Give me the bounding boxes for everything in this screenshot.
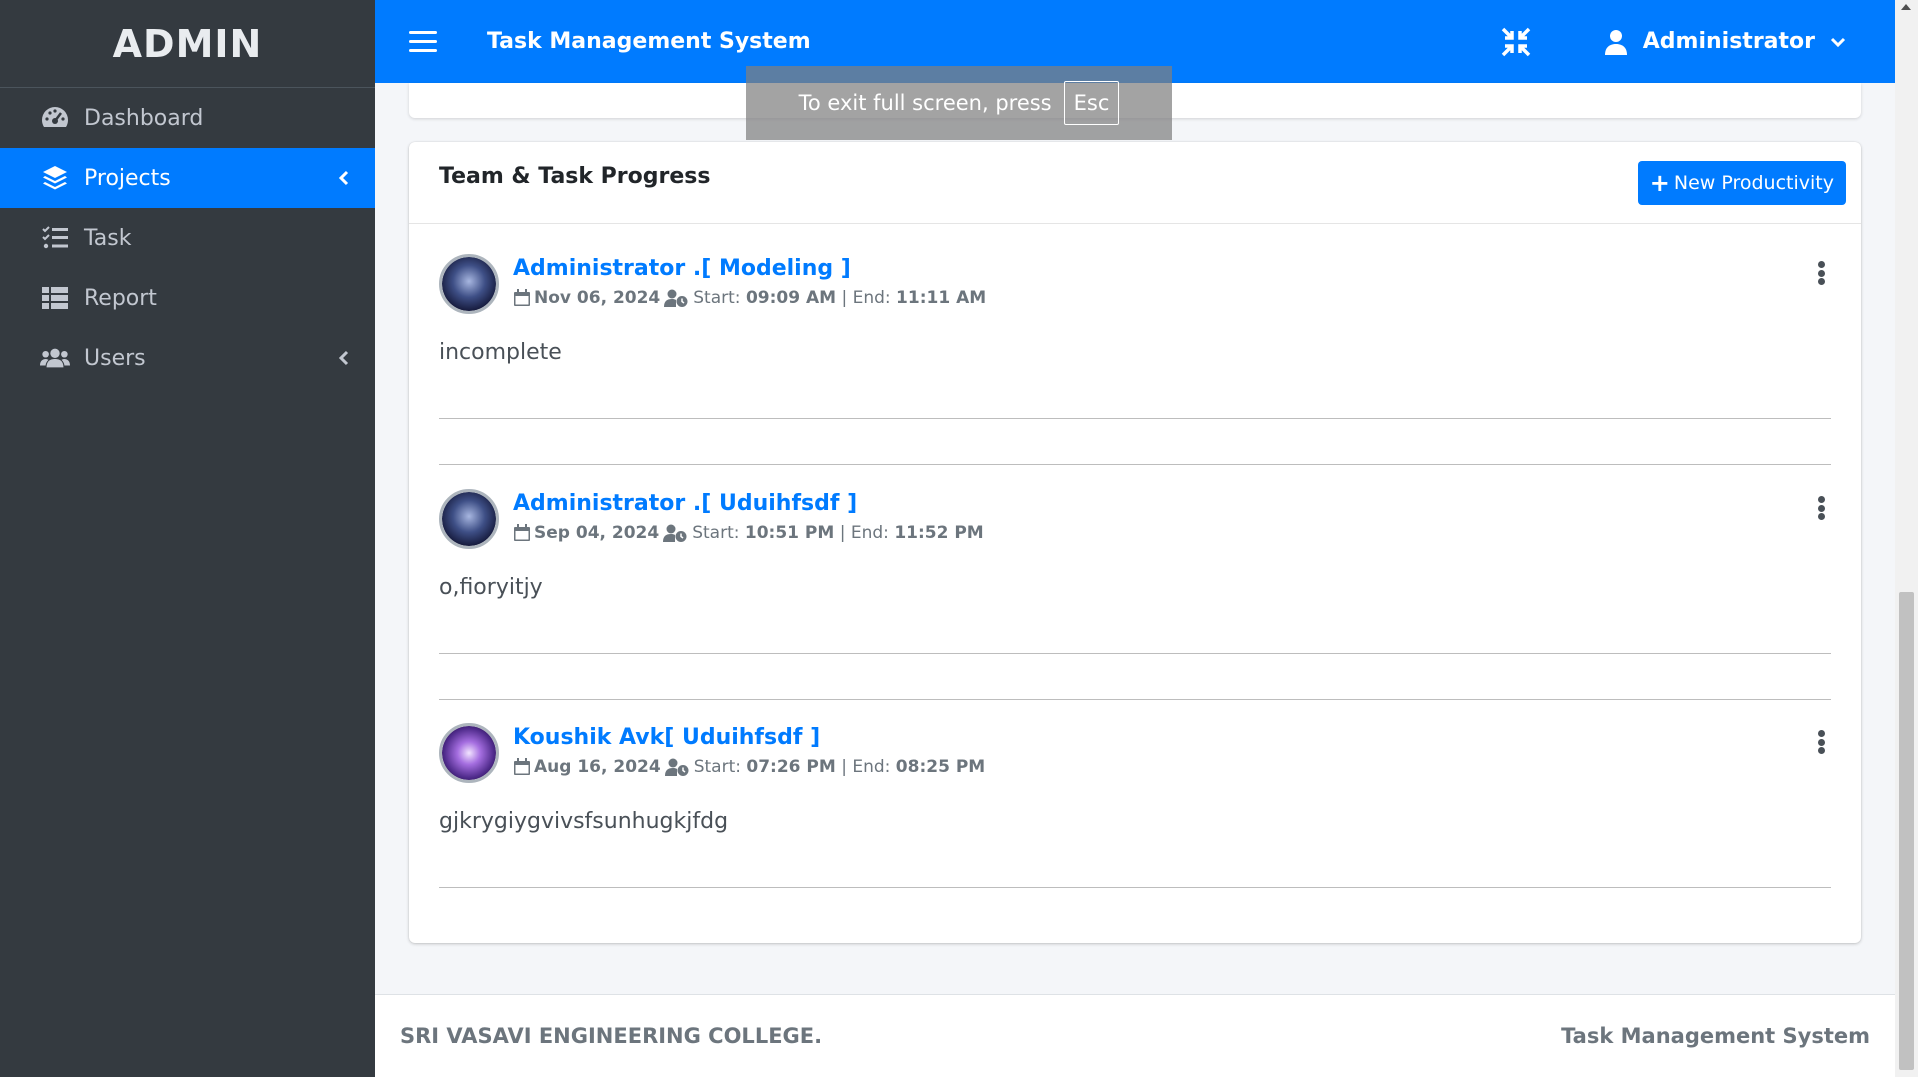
fullscreen-exit-toast: To exit full screen, press Esc — [746, 66, 1172, 140]
divider — [439, 653, 1831, 654]
new-productivity-button[interactable]: + New Productivity — [1637, 160, 1846, 205]
sidebar-item-task[interactable]: Task — [0, 208, 375, 268]
card-header: Team & Task Progress + New Productivity — [409, 142, 1861, 224]
end-time: 11:52 PM — [894, 523, 984, 543]
calendar-icon — [514, 289, 530, 306]
post-meta: Sep 04, 2024 Start: 10:51 PM | End: 11:5… — [513, 523, 984, 543]
tachometer-icon — [40, 103, 70, 133]
post-date: Nov 06, 2024 — [534, 288, 661, 308]
end-label: End: — [852, 757, 891, 777]
toast-text: To exit full screen, press — [798, 91, 1052, 115]
sidebar-item-label: Projects — [84, 165, 171, 191]
avatar[interactable] — [439, 489, 499, 549]
post-content: gjkrygiygvivsfsunhugkjfdg — [439, 809, 729, 834]
sidebar: ADMIN Dashboard Projects Task Report Use… — [0, 0, 375, 1077]
chevron-left-icon — [338, 170, 349, 186]
sidebar-item-dashboard[interactable]: Dashboard — [0, 88, 375, 148]
new-productivity-label: New Productivity — [1673, 171, 1834, 194]
start-time: 10:51 PM — [744, 523, 835, 543]
start-time: 09:09 AM — [745, 288, 837, 308]
users-icon — [40, 343, 70, 373]
brand-logo[interactable]: ADMIN — [0, 0, 375, 88]
more-options-icon[interactable] — [1811, 727, 1831, 757]
sidebar-item-label: Report — [84, 285, 157, 311]
card-title: Team & Task Progress — [439, 164, 711, 189]
compress-fullscreen-icon[interactable] — [1499, 25, 1533, 59]
chevron-down-icon — [1830, 37, 1846, 47]
sidebar-item-label: Task — [84, 225, 132, 251]
start-time: 07:26 PM — [746, 757, 836, 777]
start-label: Start: — [692, 523, 740, 543]
start-label: Start: — [693, 288, 741, 308]
chevron-left-icon — [338, 350, 349, 366]
user-icon — [1604, 29, 1627, 55]
user-name: Administrator — [1642, 29, 1815, 54]
post-meta: Nov 06, 2024 Start: 09:09 AM | End: 11:1… — [513, 288, 986, 308]
more-options-icon[interactable] — [1811, 258, 1831, 288]
post-meta: Aug 16, 2024 Start: 07:26 PM | End: 08:2… — [513, 757, 985, 777]
scrollbar-thumb[interactable] — [1899, 592, 1914, 1070]
sidebar-item-label: Dashboard — [84, 105, 204, 131]
brand-text: ADMIN — [112, 21, 263, 66]
user-dropdown[interactable]: Administrator — [1603, 29, 1847, 55]
end-time: 11:11 AM — [896, 288, 987, 308]
avatar[interactable] — [439, 254, 499, 314]
team-task-progress-card: Team & Task Progress + New Productivity … — [409, 142, 1861, 943]
divider — [439, 418, 1831, 419]
end-label: End: — [852, 288, 891, 308]
sidebar-item-users[interactable]: Users — [0, 328, 375, 388]
post-date: Aug 16, 2024 — [534, 757, 661, 777]
calendar-icon — [514, 758, 530, 775]
sidebar-item-label: Users — [84, 345, 146, 371]
footer-right-text: Task Management System — [1561, 1024, 1870, 1048]
start-label: Start: — [693, 757, 741, 777]
end-label: End: — [850, 523, 889, 543]
divider — [439, 887, 1831, 888]
calendar-icon — [514, 524, 530, 541]
sidebar-item-projects[interactable]: Projects — [0, 148, 375, 208]
post-content: incomplete — [439, 340, 562, 365]
post-username-link[interactable]: Administrator .[ Modeling ] — [513, 256, 851, 281]
esc-key: Esc — [1063, 81, 1120, 125]
footer: SRI VASAVI ENGINEERING COLLEGE. Task Man… — [375, 994, 1895, 1077]
footer-left-text: SRI VASAVI ENGINEERING COLLEGE. — [400, 1024, 823, 1048]
end-time: 08:25 PM — [895, 757, 986, 777]
divider — [439, 464, 1831, 465]
scroll-up-arrow-icon[interactable] — [1901, 4, 1911, 10]
page-scrollbar[interactable] — [1895, 0, 1918, 1077]
layers-icon — [40, 163, 70, 193]
post-date: Sep 04, 2024 — [534, 523, 660, 543]
post-username-link[interactable]: Koushik Avk[ Uduihfsdf ] — [513, 725, 820, 750]
divider — [439, 699, 1831, 700]
hamburger-menu-icon[interactable] — [409, 28, 437, 56]
user-clock-icon — [664, 289, 688, 307]
post-username-link[interactable]: Administrator .[ Uduihfsdf ] — [513, 491, 857, 516]
post-content: o,fioryitjy — [439, 575, 543, 600]
sidebar-nav: Dashboard Projects Task Report Users — [0, 88, 375, 388]
user-clock-icon — [664, 758, 689, 776]
sidebar-item-report[interactable]: Report — [0, 268, 375, 328]
table-list-icon — [40, 283, 70, 313]
tasks-list-icon — [40, 223, 70, 253]
user-clock-icon — [663, 524, 687, 542]
plus-icon: + — [1649, 168, 1670, 197]
more-options-icon[interactable] — [1811, 493, 1831, 523]
avatar[interactable] — [439, 723, 499, 783]
page-title: Task Management System — [487, 29, 811, 54]
